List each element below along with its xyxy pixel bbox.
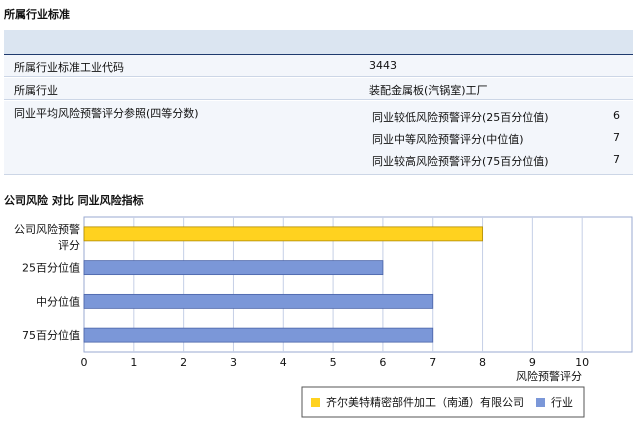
x-tick-label: 10	[575, 356, 589, 369]
x-tick-label: 9	[529, 356, 536, 369]
bar	[83, 260, 384, 276]
chart-svg: 0 1 2 3 4 5 6 7 8 9 10 公司风险预警评分 25百分位值中分位值 75百分位值风险预警…	[14, 216, 633, 418]
percentile-75-value: 7	[613, 153, 620, 166]
risk-comparison-chart: 0 1 2 3 4 5 6 7 8 9 10 公司风险预警评分 25百分位值中分位值 75百分位值风险预警…	[0, 212, 635, 435]
bar	[83, 327, 434, 343]
x-axis-title: 风险预警评分	[516, 369, 582, 383]
legend-swatch-company	[311, 398, 320, 407]
industry-section-title: 所属行业标准	[4, 8, 70, 21]
percentile-25-label: 同业较低风险预警评分(25百分位值)	[372, 111, 549, 124]
table-header-band	[4, 30, 633, 55]
percentile-25-value: 6	[613, 109, 620, 122]
table-row: 所属行业 装配金属板(汽锅室)工厂	[4, 78, 633, 100]
industry-code-value: 3443	[369, 59, 397, 72]
industry-label: 所属行业	[14, 84, 58, 97]
x-tick-label: 2	[180, 356, 187, 369]
y-category-label: 公司风险预警	[14, 222, 80, 236]
legend-swatch-industry	[536, 398, 545, 407]
y-category-label: 中分位值	[36, 294, 80, 308]
legend-label-industry: 行业	[551, 396, 573, 409]
x-tick-label: 7	[429, 356, 436, 369]
x-tick-label: 4	[280, 356, 287, 369]
y-category-label: 75百分位值	[22, 328, 80, 342]
industry-code-label: 所属行业标准工业代码	[14, 61, 124, 74]
x-tick-label: 3	[230, 356, 237, 369]
industry-avg-label: 同业平均风险预警评分参照(四等分数)	[14, 107, 199, 120]
bar	[83, 293, 434, 309]
x-tick-label: 0	[81, 356, 88, 369]
bar	[83, 226, 483, 242]
y-category-label: 评分	[58, 239, 80, 252]
chart-section-title: 公司风险 对比 同业风险指标	[4, 194, 144, 207]
percentile-75-label: 同业较高风险预警评分(75百分位值)	[372, 155, 549, 168]
y-category-label: 25百分位值	[22, 261, 80, 275]
x-tick-label: 5	[330, 356, 337, 369]
x-tick-label: 1	[130, 356, 137, 369]
percentile-50-value: 7	[613, 131, 620, 144]
table-row: 同业平均风险预警评分参照(四等分数) 同业较低风险预警评分(25百分位值) 6 …	[4, 101, 633, 175]
x-tick-label: 8	[479, 356, 486, 369]
percentile-50-label: 同业中等风险预警评分(中位值)	[372, 133, 524, 146]
table-row: 所属行业标准工业代码 3443	[4, 55, 633, 77]
industry-value: 装配金属板(汽锅室)工厂	[369, 84, 488, 97]
legend-label-company: 齐尔美特精密部件加工（南通）有限公司	[326, 395, 524, 409]
x-tick-label: 6	[379, 356, 386, 369]
